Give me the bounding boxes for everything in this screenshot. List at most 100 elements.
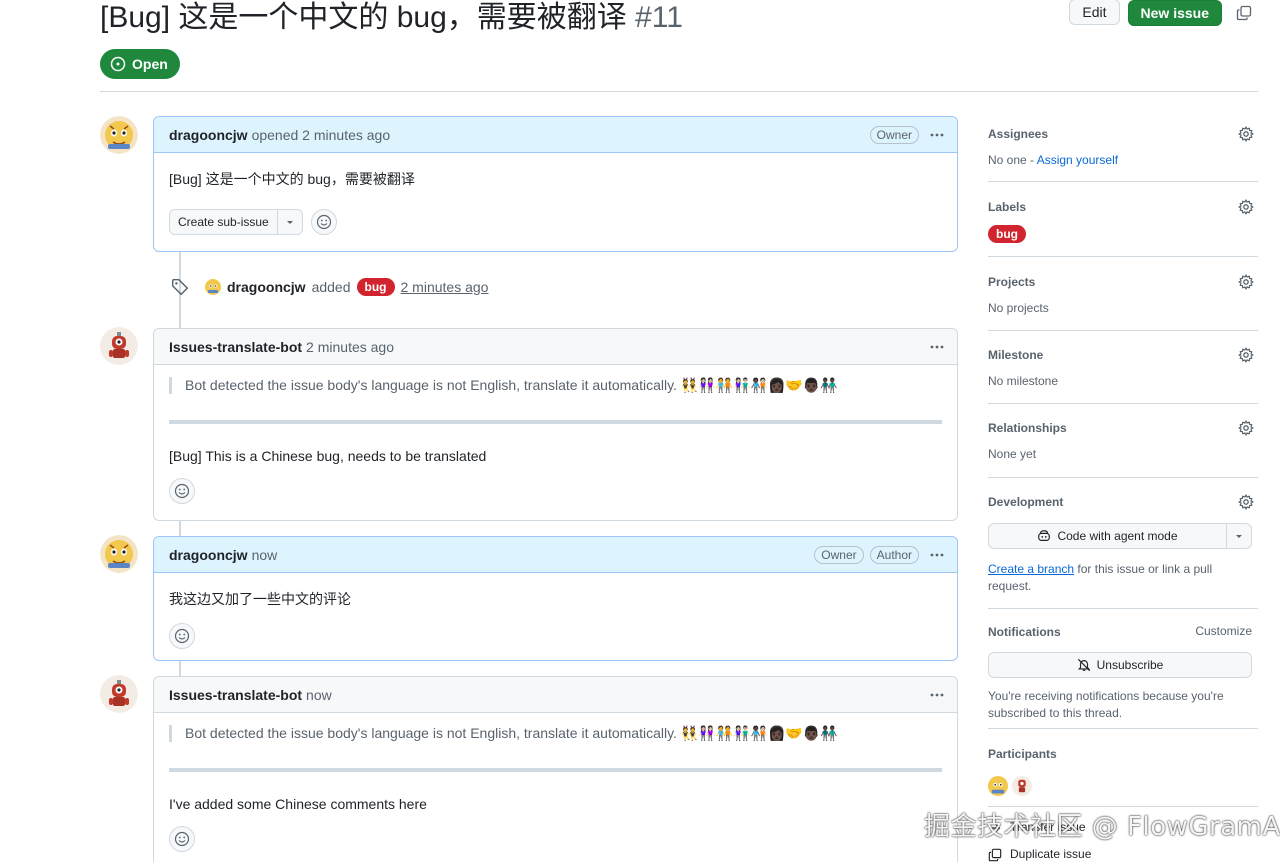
create-branch-link[interactable]: Create a branch bbox=[988, 562, 1074, 576]
comment-author[interactable]: dragooncjw bbox=[169, 127, 248, 143]
edit-button[interactable]: Edit bbox=[1069, 0, 1120, 25]
sidebar-projects: Projects No projects bbox=[988, 257, 1258, 331]
milestone-value: No milestone bbox=[988, 374, 1059, 388]
duplicate-issue-label: Duplicate issue bbox=[1010, 847, 1092, 861]
avatar[interactable] bbox=[205, 279, 221, 295]
avatar[interactable] bbox=[100, 675, 138, 713]
comment-author[interactable]: Issues-translate-bot bbox=[169, 687, 302, 703]
code-with-agent-main[interactable]: Code with agent mode bbox=[989, 524, 1227, 548]
comment-body: Bot detected the issue body's language i… bbox=[154, 365, 957, 520]
code-with-agent-label: Code with agent mode bbox=[1057, 529, 1178, 543]
development-text: Create a branch for this issue or link a… bbox=[988, 561, 1258, 595]
gear-icon[interactable] bbox=[1238, 347, 1254, 363]
sidebar-milestone: Milestone No milestone bbox=[988, 331, 1258, 404]
comment-author[interactable]: Issues-translate-bot bbox=[169, 339, 302, 355]
customize-link[interactable]: Customize bbox=[1195, 624, 1252, 638]
projects-value: No projects bbox=[988, 301, 1049, 315]
issue-title-text: [Bug] 这是一个中文的 bug，需要被翻译 bbox=[100, 1, 627, 34]
sidebar-labels: Labels bug bbox=[988, 182, 1258, 257]
milestone-title: Milestone bbox=[988, 348, 1044, 362]
event-time[interactable]: 2 minutes ago bbox=[401, 279, 489, 295]
chevron-down-icon[interactable] bbox=[1227, 524, 1251, 548]
more-options-icon[interactable] bbox=[925, 123, 949, 147]
label-badge[interactable]: bug bbox=[356, 278, 395, 296]
create-sub-issue-button[interactable]: Create sub-issue bbox=[169, 209, 303, 235]
comment-time[interactable]: 2 minutes ago bbox=[302, 127, 390, 143]
comment: dragooncjw opened 2 minutes ago Owner [B… bbox=[153, 116, 958, 252]
comment-time[interactable]: 2 minutes ago bbox=[306, 339, 394, 355]
comment-header: Issues-translate-bot now bbox=[154, 677, 957, 713]
participants-list bbox=[988, 776, 1258, 796]
comment-text: 我这边又加了一些中文的评论 bbox=[169, 591, 351, 607]
avatar[interactable] bbox=[988, 776, 1008, 796]
avatar[interactable] bbox=[100, 327, 138, 365]
assign-yourself-link[interactable]: Assign yourself bbox=[1037, 153, 1118, 167]
notifications-text: You're receiving notifications because y… bbox=[988, 689, 1224, 720]
comment-author[interactable]: dragooncjw bbox=[169, 547, 248, 563]
code-with-agent-button[interactable]: Code with agent mode bbox=[988, 523, 1252, 549]
new-issue-button[interactable]: New issue bbox=[1127, 0, 1222, 26]
sidebar-development: Development Code with agent mode Create … bbox=[988, 478, 1258, 609]
gear-icon[interactable] bbox=[1238, 420, 1254, 436]
watermark: 掘金技术社区 @ FlowGramAI bbox=[924, 812, 1280, 842]
owner-badge: Owner bbox=[814, 546, 864, 564]
copy-icon[interactable] bbox=[1234, 2, 1254, 24]
unsubscribe-button[interactable]: Unsubscribe bbox=[988, 652, 1252, 678]
owner-badge: Owner bbox=[869, 126, 919, 144]
horizontal-rule bbox=[169, 768, 942, 772]
smiley-icon bbox=[174, 831, 190, 847]
label-badge[interactable]: bug bbox=[988, 225, 1026, 243]
horizontal-rule bbox=[169, 420, 942, 424]
sidebar: Assignees No one - Assign yourself Label… bbox=[988, 116, 1258, 862]
issue-state-label: Open bbox=[132, 56, 168, 72]
relationships-value: None yet bbox=[988, 447, 1037, 461]
comment-text: I've added some Chinese comments here bbox=[169, 796, 427, 812]
comment-header-actions bbox=[925, 329, 949, 365]
labels-title: Labels bbox=[988, 200, 1027, 214]
comment-text: [Bug] 这是一个中文的 bug，需要被翻译 bbox=[169, 171, 415, 187]
comment: Issues-translate-bot 2 minutes ago Bot d… bbox=[153, 328, 958, 521]
more-options-icon[interactable] bbox=[925, 683, 949, 707]
projects-title: Projects bbox=[988, 275, 1036, 289]
duplicate-issue-button[interactable]: Duplicate issue bbox=[988, 846, 1258, 862]
comment-time[interactable]: now bbox=[306, 687, 332, 703]
sidebar-notifications: Notifications Customize Unsubscribe You'… bbox=[988, 609, 1258, 729]
duplicate-icon bbox=[988, 848, 1002, 861]
add-reaction-button[interactable] bbox=[169, 623, 195, 649]
event-action: added bbox=[311, 279, 351, 295]
gear-icon[interactable] bbox=[1238, 494, 1254, 510]
add-reaction-button[interactable] bbox=[169, 478, 195, 504]
more-options-icon[interactable] bbox=[925, 543, 949, 567]
add-reaction-button[interactable] bbox=[169, 826, 195, 852]
comment-header: dragooncjw now Owner Author bbox=[154, 537, 957, 573]
comment-body: 我这边又加了一些中文的评论 bbox=[154, 573, 957, 665]
smiley-icon bbox=[316, 214, 331, 230]
avatar[interactable] bbox=[100, 535, 138, 573]
comment-body: [Bug] 这是一个中文的 bug，需要被翻译 Create sub-issue bbox=[154, 153, 957, 251]
avatar[interactable] bbox=[1012, 776, 1032, 796]
sub-issue-row: Create sub-issue bbox=[169, 209, 942, 235]
add-reaction-button[interactable] bbox=[310, 209, 337, 235]
development-title: Development bbox=[988, 495, 1064, 509]
gear-icon[interactable] bbox=[1238, 199, 1254, 215]
more-options-icon[interactable] bbox=[925, 335, 949, 359]
event-author[interactable]: dragooncjw bbox=[227, 279, 306, 295]
create-sub-issue-label[interactable]: Create sub-issue bbox=[170, 210, 278, 234]
avatar[interactable] bbox=[100, 116, 138, 154]
label-event: dragooncjw added bug 2 minutes ago bbox=[171, 278, 488, 296]
comment-time[interactable]: now bbox=[252, 547, 278, 563]
smiley-icon bbox=[174, 628, 190, 644]
copilot-icon bbox=[1038, 530, 1051, 541]
gear-icon[interactable] bbox=[1238, 126, 1254, 142]
comment: Issues-translate-bot now Bot detected th… bbox=[153, 676, 958, 862]
chevron-down-icon[interactable] bbox=[278, 210, 302, 234]
issue-state-badge: Open bbox=[100, 49, 180, 79]
comment-text: [Bug] This is a Chinese bug, needs to be… bbox=[169, 448, 487, 464]
assignees-value: No one - Assign yourself bbox=[988, 152, 1258, 169]
comment-body: Bot detected the issue body's language i… bbox=[154, 713, 957, 862]
comment-header: Issues-translate-bot 2 minutes ago bbox=[154, 329, 957, 365]
quote-block: Bot detected the issue body's language i… bbox=[169, 377, 942, 394]
comment-header-actions: Owner bbox=[869, 117, 949, 153]
gear-icon[interactable] bbox=[1238, 274, 1254, 290]
bell-slash-icon bbox=[1077, 658, 1090, 672]
